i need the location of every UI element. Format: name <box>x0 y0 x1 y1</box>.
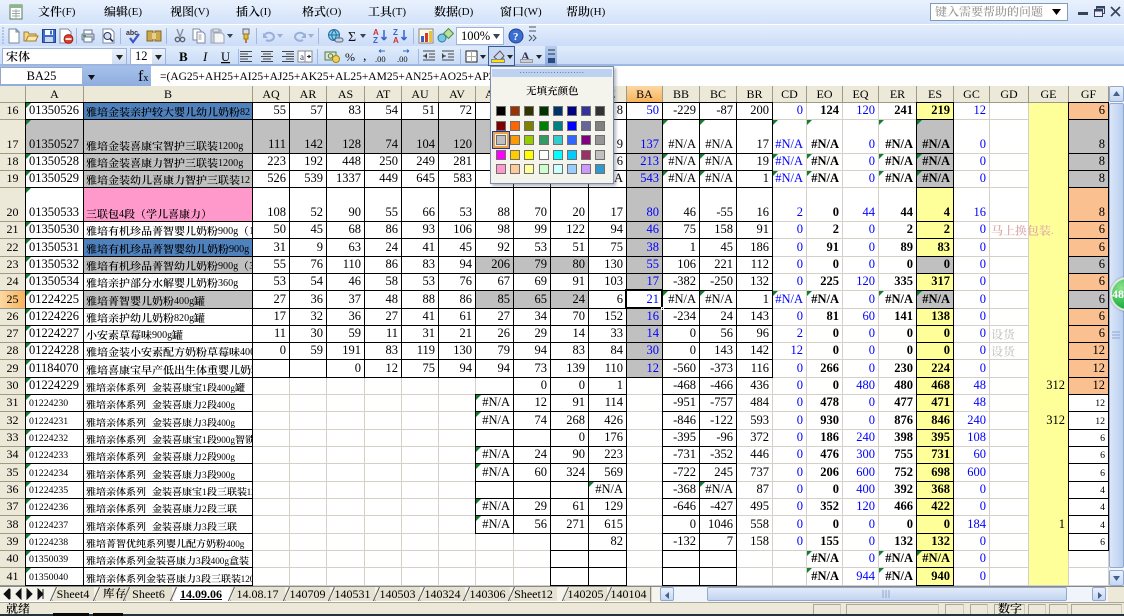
svg-text:,: , <box>363 49 367 64</box>
svg-text:.00: .00 <box>375 54 386 64</box>
svg-text:%: % <box>345 50 355 64</box>
svg-text:U: U <box>221 50 230 64</box>
svg-text:.00: .00 <box>397 54 408 64</box>
svg-text:A: A <box>393 36 399 44</box>
svg-text:B: B <box>179 49 188 64</box>
svg-text:Σ: Σ <box>348 30 356 44</box>
svg-text:a: a <box>300 52 304 62</box>
svg-text:?: ? <box>513 31 519 43</box>
svg-text:Z: Z <box>373 36 378 44</box>
svg-text:I: I <box>202 49 208 64</box>
